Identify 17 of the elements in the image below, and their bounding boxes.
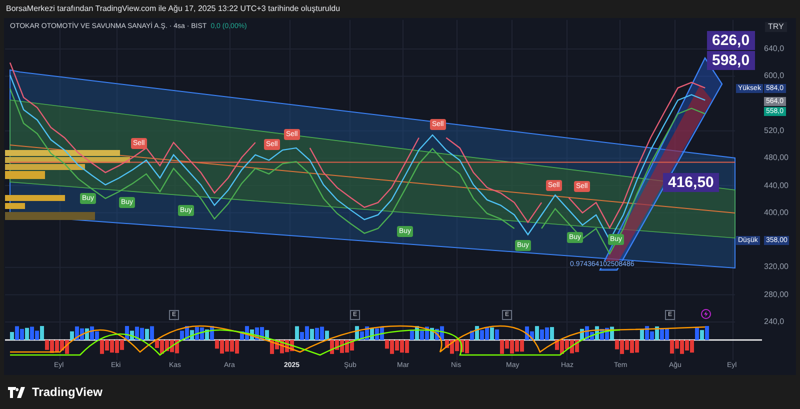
axis-label: 320,00 xyxy=(764,263,788,272)
axis-label: 240,0 xyxy=(764,318,784,326)
price-callout: 416,50 xyxy=(663,173,719,192)
axis-label: 480,00 xyxy=(764,154,788,162)
axis-label: 440,00 xyxy=(764,182,788,190)
caption-text: BorsaMerkezi tarafından TradingView.com ile Ağu 17, 2025 13:22 UTC+3 tarihinde oluşturuldu xyxy=(6,3,340,15)
lightning-icon xyxy=(701,309,711,319)
axis-label: 400,00 xyxy=(764,208,788,217)
axis-label: 640,0 xyxy=(764,45,784,53)
currency-label: TRY xyxy=(765,22,787,32)
axis-label: 280,00 xyxy=(764,290,788,299)
price-callout: 626,0 xyxy=(707,31,755,50)
axis-label: 600,0 xyxy=(764,72,784,80)
brand-name: TradingView xyxy=(32,384,102,401)
axis-label: 520,0 xyxy=(764,126,784,135)
price-callout: 598,0 xyxy=(707,51,755,70)
logo-icon xyxy=(8,386,28,398)
